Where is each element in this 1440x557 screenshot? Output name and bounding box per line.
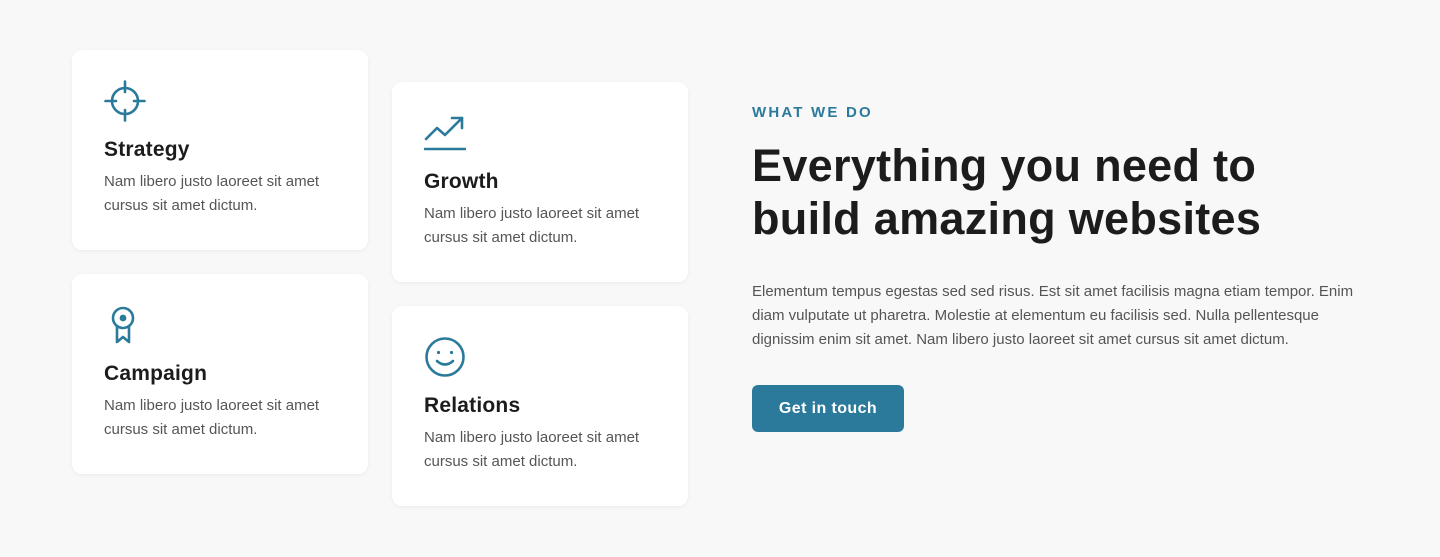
crosshair-target-icon bbox=[104, 80, 146, 122]
feature-card-campaign: Campaign Nam libero justo laoreet sit am… bbox=[72, 274, 368, 474]
trending-up-chart-icon bbox=[424, 112, 466, 154]
card-description: Nam libero justo laoreet sit amet cursus… bbox=[104, 397, 320, 438]
section-content: WHAT WE DO Everything you need to build … bbox=[752, 104, 1372, 432]
card-description: Nam libero justo laoreet sit amet cursus… bbox=[424, 205, 640, 246]
feature-card-strategy: Strategy Nam libero justo laoreet sit am… bbox=[72, 50, 368, 250]
card-title: Growth bbox=[424, 170, 499, 193]
card-description: Nam libero justo laoreet sit amet cursus… bbox=[104, 173, 320, 214]
card-description: Nam libero justo laoreet sit amet cursus… bbox=[424, 429, 640, 470]
card-title: Campaign bbox=[104, 362, 208, 385]
feature-card-relations: Relations Nam libero justo laoreet sit a… bbox=[392, 306, 688, 506]
section-eyebrow: WHAT WE DO bbox=[752, 104, 873, 121]
feature-card-growth: Growth Nam libero justo laoreet sit amet… bbox=[392, 82, 688, 282]
card-title: Relations bbox=[424, 394, 521, 417]
features-section: Strategy Nam libero justo laoreet sit am… bbox=[0, 0, 1440, 557]
section-description: Elementum tempus egestas sed sed risus. … bbox=[752, 283, 1354, 348]
section-headline: Everything you need to build amazing web… bbox=[752, 140, 1262, 244]
get-in-touch-button[interactable]: Get in touch bbox=[752, 385, 904, 432]
card-title: Strategy bbox=[104, 138, 190, 161]
award-ribbon-icon bbox=[104, 304, 146, 346]
smiley-face-icon bbox=[424, 336, 466, 378]
